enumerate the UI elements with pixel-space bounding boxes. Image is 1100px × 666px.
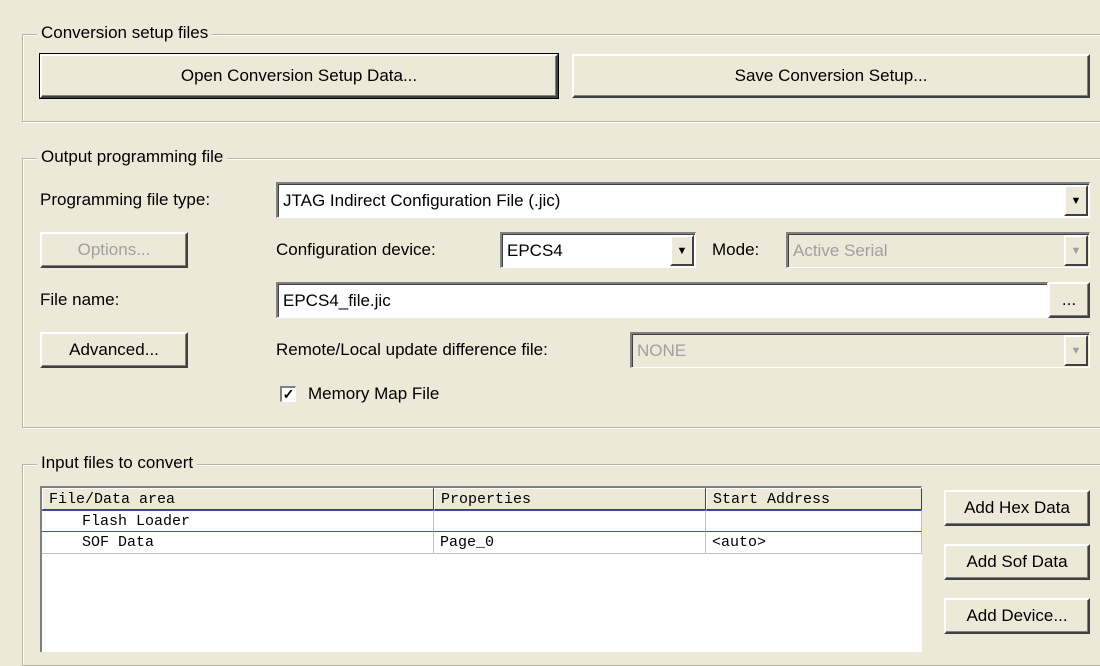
file-name-input[interactable]: EPCS4_file.jic [276,282,1048,318]
mode-value: Active Serial [793,240,888,260]
add-device-button[interactable]: Add Device... [944,598,1090,634]
open-conversion-setup-label: Open Conversion Setup Data... [180,66,418,85]
config-device-value: EPCS4 [507,240,563,260]
add-device-label: Add Device... [966,606,1068,625]
options-button[interactable]: Options... [40,232,188,268]
file-name-label: File name: [40,290,120,309]
table-row[interactable]: Flash Loader [42,510,922,532]
column-header-start-address[interactable]: Start Address [706,488,922,510]
table-row[interactable]: SOF Data Page_0 <auto> [42,532,922,554]
cell-start-address [706,510,922,532]
file-type-label: Programming file type: [40,190,211,209]
cell-properties: Page_0 [434,532,706,554]
file-name-value: EPCS4_file.jic [283,290,391,310]
remote-diff-label: Remote/Local update difference file: [276,340,548,359]
cell-file: SOF Data [42,532,434,554]
browse-button[interactable]: ... [1048,282,1090,318]
add-sof-data-label: Add Sof Data [966,552,1068,571]
options-label: Options... [77,240,151,259]
column-header-file[interactable]: File/Data area [42,488,434,510]
cell-start-address: <auto> [706,532,922,554]
chevron-down-icon[interactable]: ▼ [1064,185,1088,216]
cell-properties [434,510,706,532]
save-conversion-setup-label: Save Conversion Setup... [734,66,928,85]
remote-diff-value: NONE [637,340,687,360]
add-hex-data-button[interactable]: Add Hex Data [944,490,1090,526]
advanced-label: Advanced... [69,340,159,359]
column-header-properties[interactable]: Properties [434,488,706,510]
input-files-legend: Input files to convert [37,453,198,473]
file-type-value: JTAG Indirect Configuration File (.jic) [283,190,561,210]
config-device-select[interactable]: EPCS4 ▼ [500,232,696,268]
mode-select[interactable]: Active Serial ▼ [786,232,1090,268]
open-conversion-setup-button[interactable]: Open Conversion Setup Data... [39,53,559,99]
input-files-table[interactable]: File/Data area Properties Start Address … [40,486,922,652]
conversion-setup-legend: Conversion setup files [37,23,213,43]
advanced-button[interactable]: Advanced... [40,332,188,368]
remote-diff-select[interactable]: NONE ▼ [630,332,1090,368]
mode-label: Mode: [712,240,760,259]
file-type-select[interactable]: JTAG Indirect Configuration File (.jic) … [276,182,1090,218]
cell-file: Flash Loader [42,510,434,532]
add-sof-data-button[interactable]: Add Sof Data [944,544,1090,580]
add-hex-data-label: Add Hex Data [964,498,1070,517]
chevron-down-icon[interactable]: ▼ [1064,335,1088,366]
config-device-label: Configuration device: [276,240,436,259]
output-file-legend: Output programming file [37,147,228,167]
browse-label: ... [1061,290,1077,309]
memory-map-checkbox[interactable]: ✓ [280,386,296,402]
chevron-down-icon[interactable]: ▼ [670,235,694,266]
memory-map-label: Memory Map File [308,384,440,403]
chevron-down-icon[interactable]: ▼ [1064,235,1088,266]
save-conversion-setup-button[interactable]: Save Conversion Setup... [572,54,1090,98]
